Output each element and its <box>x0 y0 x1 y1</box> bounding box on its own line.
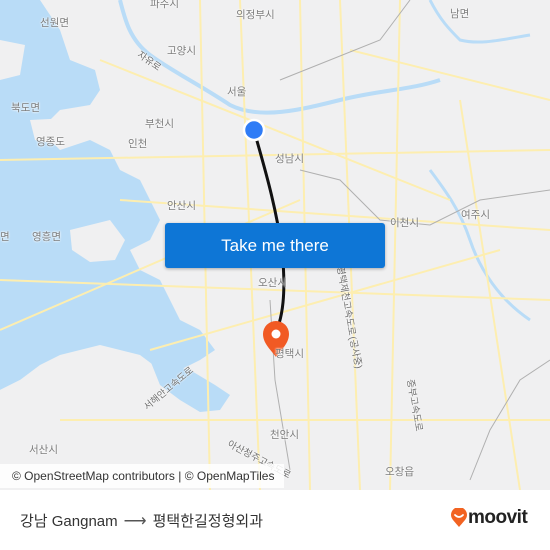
destination-name: 평택한길정형외과 <box>152 513 263 530</box>
place-label: 북도면 <box>11 102 40 114</box>
place-label: 선원면 <box>40 17 69 29</box>
place-label: 영종도 <box>36 136 65 148</box>
place-label: 영흥면 <box>32 231 61 243</box>
map-view[interactable]: 파주시 의정부시 남면 선원면 고양시 서울 북도면 부천시 영종도 인천 성남… <box>0 0 550 490</box>
route-summary: 강남 Gangnam ⟶ 평택한길정형외과 <box>20 510 263 531</box>
place-label: 이천시 <box>390 217 419 229</box>
place-label: 오창읍 <box>385 466 414 478</box>
origin-name: 강남 Gangnam <box>20 513 118 530</box>
origin-marker <box>242 118 266 142</box>
place-label: 평택시 <box>275 348 304 360</box>
place-label: 남면 <box>450 8 470 20</box>
place-label: 면 <box>0 231 10 243</box>
place-label: 서울 <box>227 86 247 98</box>
map-attribution[interactable]: © OpenStreetMap contributors | © OpenMap… <box>0 464 285 488</box>
place-label: 고양시 <box>167 45 196 57</box>
moovit-pin-icon <box>451 508 467 527</box>
place-label: 인천 <box>128 138 148 150</box>
take-me-there-button[interactable]: Take me there <box>165 223 385 268</box>
place-label: 서산시 <box>29 444 58 456</box>
place-label: 파주시 <box>150 0 179 10</box>
arrow-right-icon: ⟶ <box>123 512 147 530</box>
sea-area <box>0 0 215 390</box>
place-label: 안산시 <box>167 200 196 212</box>
place-label: 오산시 <box>258 277 287 289</box>
river <box>428 0 531 44</box>
attribution-text: © OpenStreetMap contributors | © OpenMap… <box>12 469 275 483</box>
place-label: 여주시 <box>461 209 490 221</box>
place-label: 천안시 <box>270 429 299 441</box>
place-label: 부천시 <box>145 118 174 130</box>
place-label: 성남시 <box>275 153 304 165</box>
place-label: 의정부시 <box>236 9 275 21</box>
moovit-logo[interactable]: moovit <box>450 507 528 529</box>
brand-name: moovit <box>468 507 528 528</box>
